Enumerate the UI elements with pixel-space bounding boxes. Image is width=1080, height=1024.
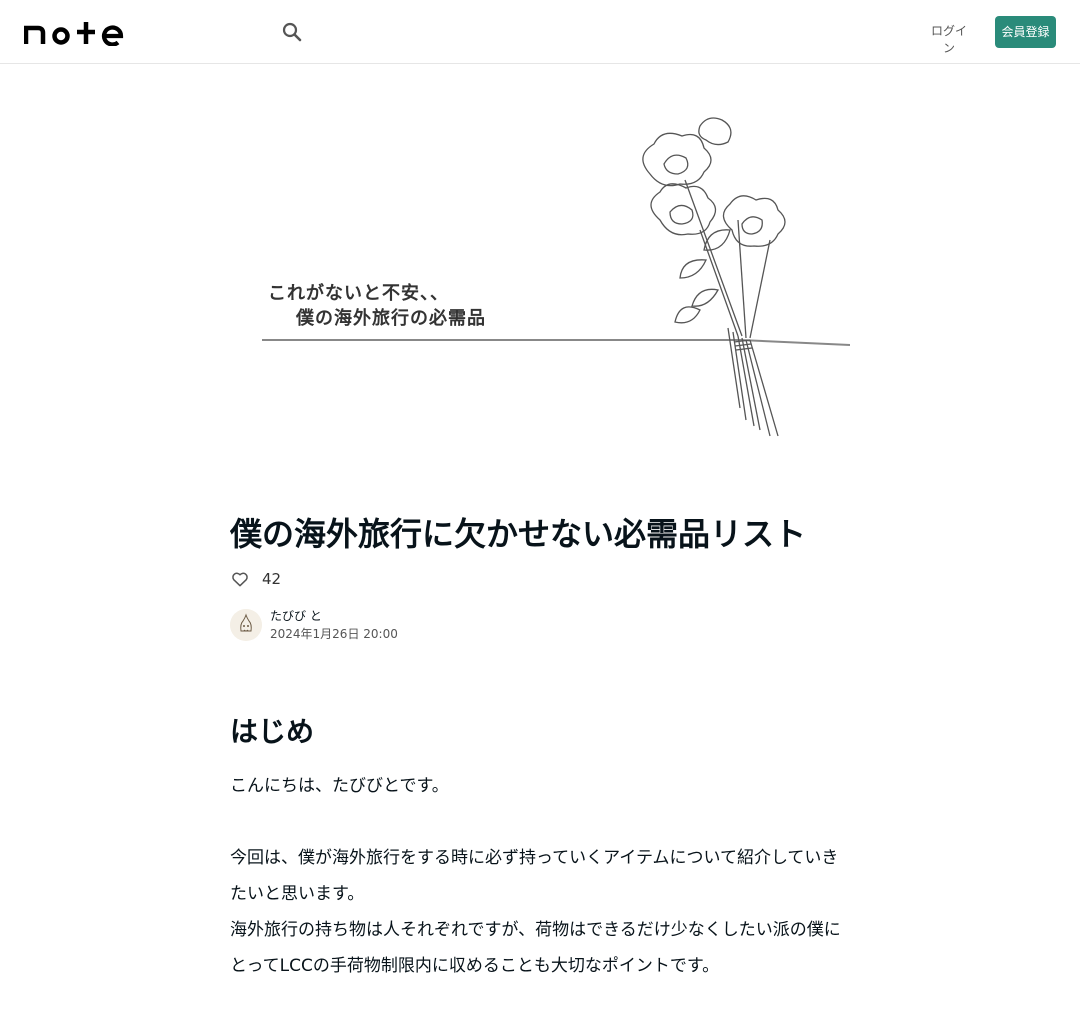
like-count: 42: [262, 570, 282, 588]
paragraph: 今回は、僕が海外旅行をする時に必ず持っていくアイテムについて紹介していきたいと思…: [230, 848, 839, 904]
hero-caption-line1: これがないと不安、、: [268, 282, 449, 304]
heart-icon[interactable]: [230, 569, 250, 589]
note-logo[interactable]: note: [24, 18, 124, 46]
paragraph: 海外旅行の持ち物は人それぞれですが、荷物はできるだけ少なくしたい派の僕にとってL…: [230, 920, 841, 976]
login-link[interactable]: ログイン: [926, 22, 972, 56]
author-name[interactable]: たびび と: [270, 607, 398, 625]
author-avatar[interactable]: [230, 609, 262, 641]
article-title: 僕の海外旅行に欠かせない必需品リスト: [230, 515, 807, 553]
search-icon[interactable]: [280, 20, 304, 44]
signup-button[interactable]: 会員登録: [995, 16, 1056, 48]
hero-image: これがないと不安、、 僕の海外旅行の必需品: [262, 117, 850, 437]
site-header: note ログイン 会員登録: [0, 0, 1080, 64]
section-heading: はじめ: [230, 715, 315, 748]
hero-caption-line2: 僕の海外旅行の必需品: [295, 307, 486, 329]
like-section: 42: [230, 568, 281, 590]
paragraph: こんにちは、たびびとです。: [230, 776, 449, 796]
rose-bouquet-illustration: [642, 117, 786, 437]
author-info: たびび と 2024年1月26日 20:00: [230, 607, 398, 643]
published-date: 2024年1月26日 20:00: [270, 627, 398, 641]
